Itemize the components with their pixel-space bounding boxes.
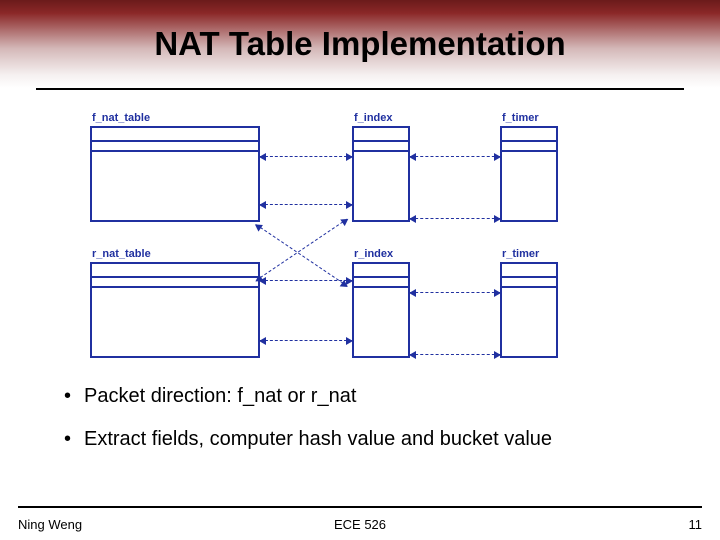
footer-course: ECE 526 — [334, 517, 386, 532]
r-index-box: r_index — [352, 262, 410, 358]
f-nat-table-label: f_nat_table — [92, 112, 150, 124]
arrow-cross-down — [256, 224, 348, 286]
arrow-nat-idx-bot2 — [260, 340, 352, 341]
f-timer-box: f_timer — [500, 126, 558, 222]
arrow-nat-idx-top2 — [260, 204, 352, 205]
arrow-idx-tmr-bot1 — [410, 292, 500, 293]
bullet-item: Extract fields, computer hash value and … — [60, 427, 660, 452]
nat-diagram: f_nat_table f_index f_timer r_nat_table … — [60, 104, 660, 364]
arrow-cross-up — [256, 219, 348, 281]
slide-title: NAT Table Implementation — [154, 25, 565, 63]
r-timer-box: r_timer — [500, 262, 558, 358]
footer-page-number: 11 — [689, 517, 703, 532]
r-nat-table-box: r_nat_table — [90, 262, 260, 358]
f-index-label: f_index — [354, 112, 393, 124]
bullet-item: Packet direction: f_nat or r_nat — [60, 384, 660, 409]
bullet-list: Packet direction: f_nat or r_nat Extract… — [60, 384, 660, 452]
slide-footer: Ning Weng ECE 526 11 — [0, 517, 720, 532]
arrow-nat-idx-top1 — [260, 156, 352, 157]
f-index-box: f_index — [352, 126, 410, 222]
f-timer-label: f_timer — [502, 112, 539, 124]
arrow-idx-tmr-top2 — [410, 218, 500, 219]
title-divider — [36, 88, 684, 90]
footer-divider — [18, 506, 702, 508]
r-index-label: r_index — [354, 248, 393, 260]
arrow-idx-tmr-top1 — [410, 156, 500, 157]
r-nat-table-label: r_nat_table — [92, 248, 151, 260]
r-timer-label: r_timer — [502, 248, 539, 260]
f-nat-table-box: f_nat_table — [90, 126, 260, 222]
arrow-idx-tmr-bot2 — [410, 354, 500, 355]
footer-author: Ning Weng — [18, 517, 82, 532]
